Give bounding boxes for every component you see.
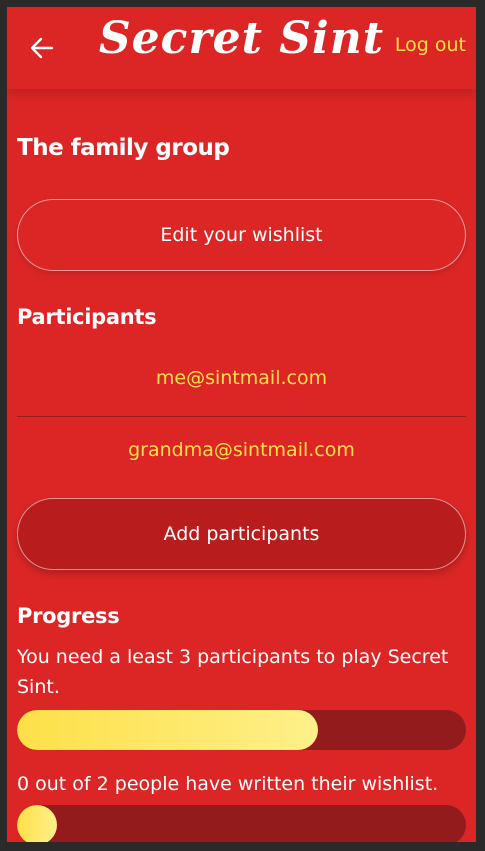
page-title: The family group bbox=[17, 135, 230, 161]
participant-item: me@sintmail.com bbox=[155, 367, 328, 389]
wishlist-progress-fill bbox=[17, 805, 57, 842]
participants-progress-bar bbox=[17, 710, 466, 750]
app-header: Secret Sint Log out bbox=[7, 7, 476, 89]
app-frame: Secret Sint Log out The family group Edi… bbox=[7, 7, 476, 842]
wishlist-progress-bar bbox=[17, 805, 466, 842]
logout-link[interactable]: Log out bbox=[395, 34, 466, 56]
edit-wishlist-button[interactable]: Edit your wishlist bbox=[17, 199, 466, 271]
wishlist-progress-text: 0 out of 2 people have written their wis… bbox=[17, 773, 439, 795]
participant-item: grandma@sintmail.com bbox=[128, 439, 355, 461]
participants-heading: Participants bbox=[17, 305, 157, 329]
participants-progress-text: You need a least 3 participants to play … bbox=[17, 646, 449, 698]
add-participants-button[interactable]: Add participants bbox=[17, 498, 466, 570]
participant-divider bbox=[17, 416, 466, 417]
participants-progress-fill bbox=[17, 710, 318, 750]
progress-heading: Progress bbox=[17, 604, 120, 628]
